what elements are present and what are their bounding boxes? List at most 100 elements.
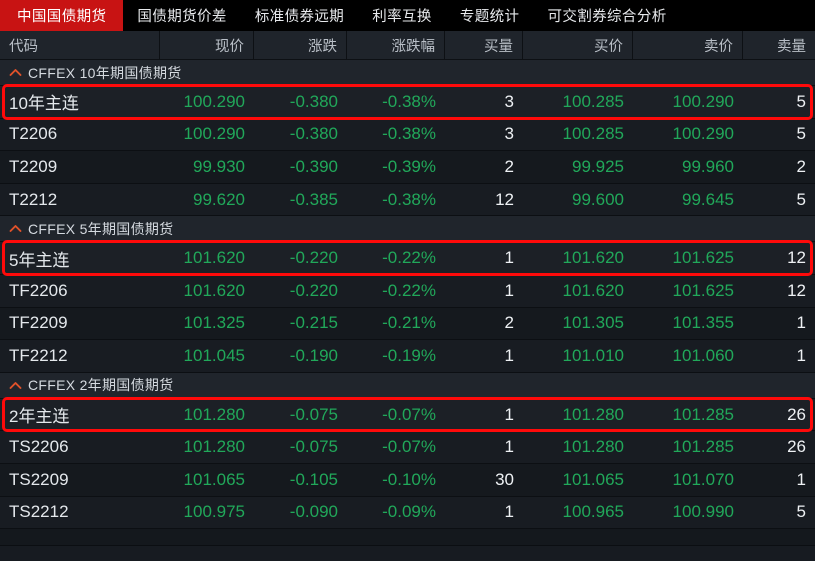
table-row[interactable]: T2206 100.290 -0.380 -0.38% 3 100.285 100.290 5 [0, 118, 815, 152]
cell-ask_vol: 26 [787, 404, 806, 424]
chevron-up-icon[interactable] [8, 221, 23, 236]
cell-ask_vol: 1 [796, 469, 806, 489]
cell-ask_vol: 5 [796, 124, 806, 144]
cell-ask_vol: 5 [796, 502, 806, 522]
cell-bid: 101.010 [562, 345, 624, 365]
cell-bid_vol: 12 [495, 189, 514, 209]
cell-change: -0.390 [289, 156, 338, 176]
cell-ask: 101.285 [672, 404, 734, 424]
cell-bid: 101.065 [562, 469, 624, 489]
cell-bid_vol: 1 [504, 280, 514, 300]
cell-ask: 101.625 [672, 248, 734, 268]
cell-bid: 101.620 [562, 280, 624, 300]
cell-change: -0.075 [289, 437, 338, 457]
cell-ask_vol: 12 [787, 280, 806, 300]
cell-pct: -0.22% [382, 248, 436, 268]
nav-tab-3[interactable]: 利率互换 [358, 0, 446, 31]
cell-bid_vol: 1 [504, 437, 514, 457]
cell-change: -0.075 [289, 404, 338, 424]
cell-change: -0.220 [289, 280, 338, 300]
table-row[interactable]: TF2212 101.045 -0.190 -0.19% 1 101.010 101.060… [0, 340, 815, 373]
group-header-2[interactable]: CFFEX 2年期国债期货 [0, 372, 815, 399]
cell-pct: -0.19% [382, 345, 436, 365]
cell-bid: 101.305 [562, 313, 624, 333]
cell-code: T2212 [9, 189, 58, 209]
cell-code: 2年主连 [9, 407, 70, 427]
cell-code: T2206 [9, 124, 58, 144]
cell-bid: 101.280 [562, 437, 624, 457]
cell-code: TS2209 [9, 469, 69, 489]
main-navigation-bar: 中国国债期货 国债期货价差 标准债券远期 利率互换 专题统计 可交割券综合分析 [0, 0, 815, 31]
group-header-0[interactable]: CFFEX 10年期国债期货 [0, 60, 815, 86]
cell-last: 99.620 [193, 189, 245, 209]
column-header-ask[interactable]: 卖价 [633, 31, 743, 59]
table-column-header: 代码 现价 涨跌 涨跌幅 买量 买价 卖价 卖量 [0, 31, 815, 60]
nav-tab-5[interactable]: 可交割券综合分析 [533, 0, 680, 31]
cell-pct: -0.07% [382, 404, 436, 424]
cell-bid_vol: 2 [504, 313, 514, 333]
footer-empty-area [0, 544, 815, 561]
table-row[interactable]: T2212 99.620 -0.385 -0.38% 12 99.600 99.645 5 [0, 183, 815, 217]
cell-change: -0.090 [289, 502, 338, 522]
cell-bid: 101.280 [562, 404, 624, 424]
cell-ask: 101.060 [672, 345, 734, 365]
column-header-bid[interactable]: 买价 [523, 31, 633, 59]
cell-code: TF2209 [9, 313, 68, 333]
cell-pct: -0.07% [382, 437, 436, 457]
column-header-ask_vol[interactable]: 卖量 [743, 31, 815, 59]
chevron-up-icon[interactable] [8, 65, 23, 80]
table-row[interactable]: 5年主连 101.620 -0.220 -0.22% 1 101.620 101.625 12 [0, 240, 815, 276]
nav-tab-1[interactable]: 国债期货价差 [123, 0, 240, 31]
cell-last: 101.620 [183, 248, 245, 268]
nav-tab-2[interactable]: 标准债券远期 [241, 0, 358, 31]
table-row[interactable]: 2年主连 101.280 -0.075 -0.07% 1 101.280 101.285 26 [0, 396, 815, 433]
table-row[interactable]: 10年主连 100.290 -0.380 -0.38% 3 100.285 100.290 5 [0, 84, 815, 120]
cell-code: TF2206 [9, 280, 68, 300]
nav-tab-0[interactable]: 中国国债期货 [0, 0, 124, 31]
cell-pct: -0.38% [382, 189, 436, 209]
group-label: CFFEX 2年期国债期货 [28, 377, 174, 394]
table-row[interactable]: TS2206 101.280 -0.075 -0.07% 1 101.280 101.285… [0, 431, 815, 464]
nav-tab-4[interactable]: 专题统计 [446, 0, 534, 31]
cell-bid_vol: 3 [504, 91, 514, 111]
table-row[interactable]: TS2209 101.065 -0.105 -0.10% 30 101.065 101.07… [0, 463, 815, 497]
cell-ask_vol: 5 [796, 189, 806, 209]
cell-bid: 100.965 [562, 502, 624, 522]
cell-bid: 101.620 [562, 248, 624, 268]
cell-change: -0.220 [289, 248, 338, 268]
cell-bid_vol: 30 [495, 469, 514, 489]
group-header-1[interactable]: CFFEX 5年期国债期货 [0, 216, 815, 243]
cell-ask_vol: 5 [796, 91, 806, 111]
cell-pct: -0.10% [382, 469, 436, 489]
table-row[interactable]: TF2206 101.620 -0.220 -0.22% 1 101.620 101.625… [0, 274, 815, 308]
table-row[interactable]: TF2209 101.325 -0.215 -0.21% 2 101.305 101.355… [0, 307, 815, 341]
cell-bid_vol: 1 [504, 248, 514, 268]
table-row[interactable]: T2209 99.930 -0.390 -0.39% 2 99.925 99.960 2 [0, 151, 815, 184]
column-header-change[interactable]: 涨跌 [254, 31, 347, 59]
cell-pct: -0.22% [382, 280, 436, 300]
cell-ask_vol: 1 [796, 345, 806, 365]
cell-code: 10年主连 [9, 94, 79, 114]
cell-code: TS2206 [9, 437, 69, 457]
quote-table-body: CFFEX 10年期国债期货 10年主连 100.290 -0.380 -0.38% 3 1… [0, 60, 815, 545]
cell-code: TF2212 [9, 345, 68, 365]
cell-ask: 101.355 [672, 313, 734, 333]
cell-ask: 100.990 [672, 502, 734, 522]
cell-code: T2209 [9, 156, 58, 176]
cell-pct: -0.38% [382, 124, 436, 144]
cell-ask: 101.285 [672, 437, 734, 457]
cell-bid: 100.285 [562, 124, 624, 144]
cell-change: -0.190 [289, 345, 338, 365]
column-header-code[interactable]: 代码 [0, 31, 160, 59]
cell-last: 100.290 [183, 124, 245, 144]
cell-last: 101.325 [183, 313, 245, 333]
chevron-up-icon[interactable] [8, 378, 23, 393]
cell-code: TS2212 [9, 502, 69, 522]
table-row[interactable]: TS2212 100.975 -0.090 -0.09% 1 100.965 100.990… [0, 496, 815, 530]
column-header-last[interactable]: 现价 [160, 31, 254, 59]
column-header-bid_vol[interactable]: 买量 [445, 31, 523, 59]
column-header-pct[interactable]: 涨跌幅 [347, 31, 445, 59]
cell-pct: -0.38% [382, 91, 436, 111]
cell-bid: 99.600 [572, 189, 624, 209]
cell-change: -0.105 [289, 469, 338, 489]
